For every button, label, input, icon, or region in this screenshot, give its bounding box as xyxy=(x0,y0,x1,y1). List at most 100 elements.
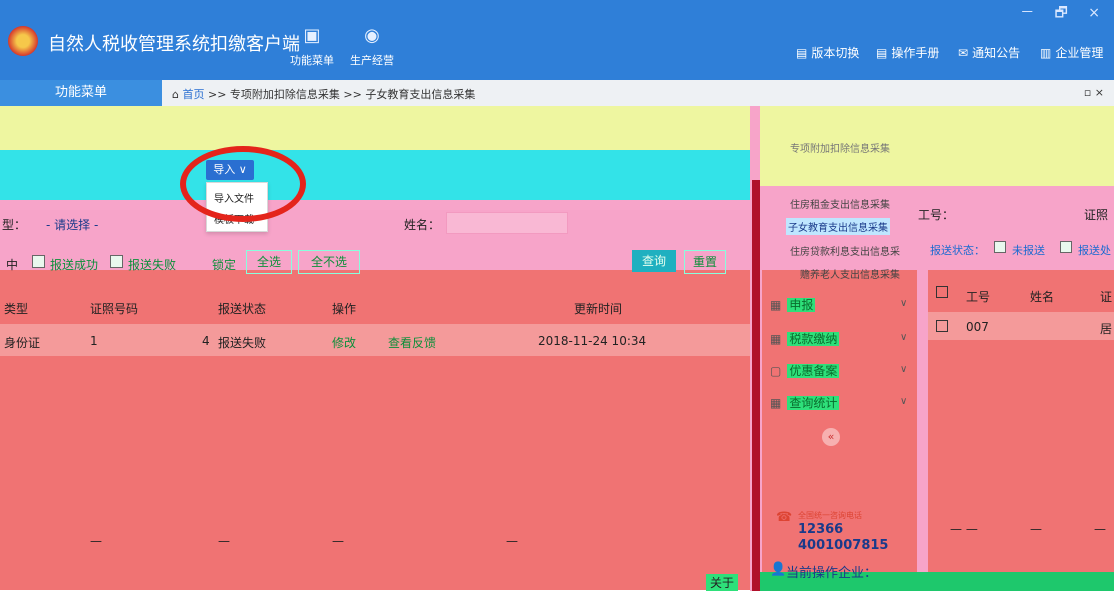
nav-production[interactable]: ◉ 生产经营 xyxy=(344,26,400,68)
card-icon: ▢ xyxy=(770,364,782,378)
collapse-button[interactable]: « xyxy=(822,428,840,446)
status-success-checkbox[interactable] xyxy=(32,255,45,268)
app-logo xyxy=(8,26,38,56)
right-table-row[interactable] xyxy=(928,312,1114,340)
hotline-title: 全国统一咨询电话 xyxy=(798,511,862,520)
cert-label: 证照 xyxy=(1084,208,1109,222)
tab-controls[interactable]: ▫ × xyxy=(1084,86,1104,99)
menu-group-query[interactable]: ▦ 查询统计 xyxy=(770,394,840,411)
cell-id-start: 1 xyxy=(90,334,98,348)
menu-group-tax-payment-label: 税款缴纳 xyxy=(787,332,840,346)
th-status: 报送状态 xyxy=(218,302,267,316)
row-cert: 居 xyxy=(1100,322,1113,336)
submenu-item[interactable]: 专项附加扣除信息采集 xyxy=(790,140,890,155)
submenu-item[interactable]: 赡养老人支出信息采集 xyxy=(800,266,900,281)
menu-group-preferential[interactable]: ▢ 优惠备案 xyxy=(770,362,840,379)
cell-updated: 2018-11-24 10:34 xyxy=(538,334,647,348)
grid-icon: ▦ xyxy=(770,396,782,410)
menu-company[interactable]: ▥ 企业管理 xyxy=(1040,44,1103,61)
submenu-item-active[interactable]: 子女教育支出信息采集 xyxy=(786,218,890,235)
submenu-item[interactable]: 住房贷款利息支出信息采 xyxy=(790,243,900,258)
footer-dash: — xyxy=(218,534,230,548)
footer-dash: — xyxy=(506,534,518,548)
breadcrumb-path: >> 专项附加扣除信息采集 >> 子女教育支出信息采集 xyxy=(207,88,476,101)
wallet-icon: ▣ xyxy=(303,25,321,46)
query-button[interactable]: 查询 xyxy=(632,250,676,272)
report-status-label: 报送状态： xyxy=(930,244,985,257)
menu-group-query-label: 查询统计 xyxy=(787,396,840,410)
reset-button[interactable]: 重置 xyxy=(684,250,726,274)
menu-group-tax-payment[interactable]: ▦ 税款缴纳 xyxy=(770,330,840,347)
select-none-button[interactable]: 全不选 xyxy=(298,250,360,274)
edit-link[interactable]: 修改 xyxy=(332,334,356,351)
hotline-400: 4001007815 xyxy=(798,538,889,553)
footer-dash: — xyxy=(332,534,344,548)
view-feedback-link[interactable]: 查看反馈 xyxy=(388,334,436,351)
cell-id-end: 4 xyxy=(202,334,210,348)
status-fail-checkbox[interactable] xyxy=(110,255,123,268)
document-icon: ▤ xyxy=(796,46,808,60)
cell-status: 报送失败 xyxy=(218,336,267,350)
tab-bar xyxy=(0,80,1114,107)
home-icon: ⌂ xyxy=(172,88,179,101)
sent-checkbox[interactable] xyxy=(1060,241,1072,253)
nav-production-label: 生产经营 xyxy=(350,54,394,67)
th-id: 证照号码 xyxy=(90,302,139,316)
rth-employee-id: 工号 xyxy=(966,290,991,304)
not-sent-checkbox[interactable] xyxy=(994,241,1006,253)
rth-cert: 证 xyxy=(1100,290,1113,304)
chevron-down-icon: ∨ xyxy=(900,364,908,375)
cell-type: 身份证 xyxy=(4,336,41,350)
phone-icon: ☎ xyxy=(776,510,793,525)
about-link[interactable]: 关于 xyxy=(706,574,739,591)
menu-group-declare-label: 申报 xyxy=(787,298,816,312)
function-menu-tab[interactable]: 功能菜单 xyxy=(0,80,162,106)
highlight-circle xyxy=(180,146,306,222)
toolbar-band xyxy=(0,150,750,202)
table-area xyxy=(0,270,750,590)
select-all-button[interactable]: 全选 xyxy=(246,250,292,274)
submenu-item[interactable]: 住房租金支出信息采集 xyxy=(790,196,890,211)
breadcrumb-home[interactable]: 首页 xyxy=(182,88,204,101)
status-success-label: 报送成功 xyxy=(50,258,99,272)
hotline-12366: 12366 xyxy=(798,522,844,537)
name-label: 姓名： xyxy=(404,218,441,232)
notice-band xyxy=(0,106,750,152)
nav-function-menu[interactable]: ▣ 功能菜单 xyxy=(284,26,340,68)
chevron-down-icon: ∨ xyxy=(900,298,908,309)
th-type: 类型 xyxy=(4,302,29,316)
employee-id-label: 工号： xyxy=(918,208,955,222)
status-fail-label: 报送失败 xyxy=(128,258,177,272)
book-icon: ▤ xyxy=(876,46,888,60)
row-checkbox[interactable] xyxy=(936,320,948,332)
menu-group-declare[interactable]: ▦ 申报 xyxy=(770,296,816,313)
not-sent-label: 未报送 xyxy=(1012,244,1045,257)
status-in-label: 中 xyxy=(6,258,19,272)
right-footer-dash: — — xyxy=(950,522,978,536)
th-operation: 操作 xyxy=(332,302,357,316)
grid-icon: ▦ xyxy=(770,298,782,312)
header-checkbox[interactable] xyxy=(936,286,948,298)
grid-icon: ▦ xyxy=(770,332,782,346)
menu-manual[interactable]: ▤ 操作手册 xyxy=(876,44,939,61)
chevron-down-icon: ∨ xyxy=(900,396,908,407)
th-updated: 更新时间 xyxy=(574,302,623,316)
name-input[interactable] xyxy=(446,212,568,234)
type-select[interactable]: - 请选择 - xyxy=(46,216,98,233)
menu-manual-label: 操作手册 xyxy=(891,46,940,60)
rth-name: 姓名 xyxy=(1030,290,1055,304)
breadcrumb: ⌂ 首页 >> 专项附加扣除信息采集 >> 子女教育支出信息采集 xyxy=(172,86,475,102)
mail-icon: ✉ xyxy=(958,46,969,60)
coins-icon: ◉ xyxy=(364,25,380,46)
row-employee-id: 007 xyxy=(966,320,989,334)
menu-notice[interactable]: ✉ 通知公告 xyxy=(958,44,1020,61)
window-controls[interactable]: － 🗗 × xyxy=(1020,2,1108,26)
user-icon: 👤 xyxy=(770,562,787,577)
menu-group-preferential-label: 优惠备案 xyxy=(787,364,840,378)
menu-version-switch[interactable]: ▤ 版本切换 xyxy=(796,44,859,61)
current-company-label: 当前操作企业： xyxy=(786,566,878,581)
type-label: 型： xyxy=(2,218,27,232)
app-title: 自然人税收管理系统扣缴客户端 xyxy=(48,34,300,55)
building-icon: ▥ xyxy=(1040,46,1052,60)
right-footer-dash: — xyxy=(1030,522,1042,536)
